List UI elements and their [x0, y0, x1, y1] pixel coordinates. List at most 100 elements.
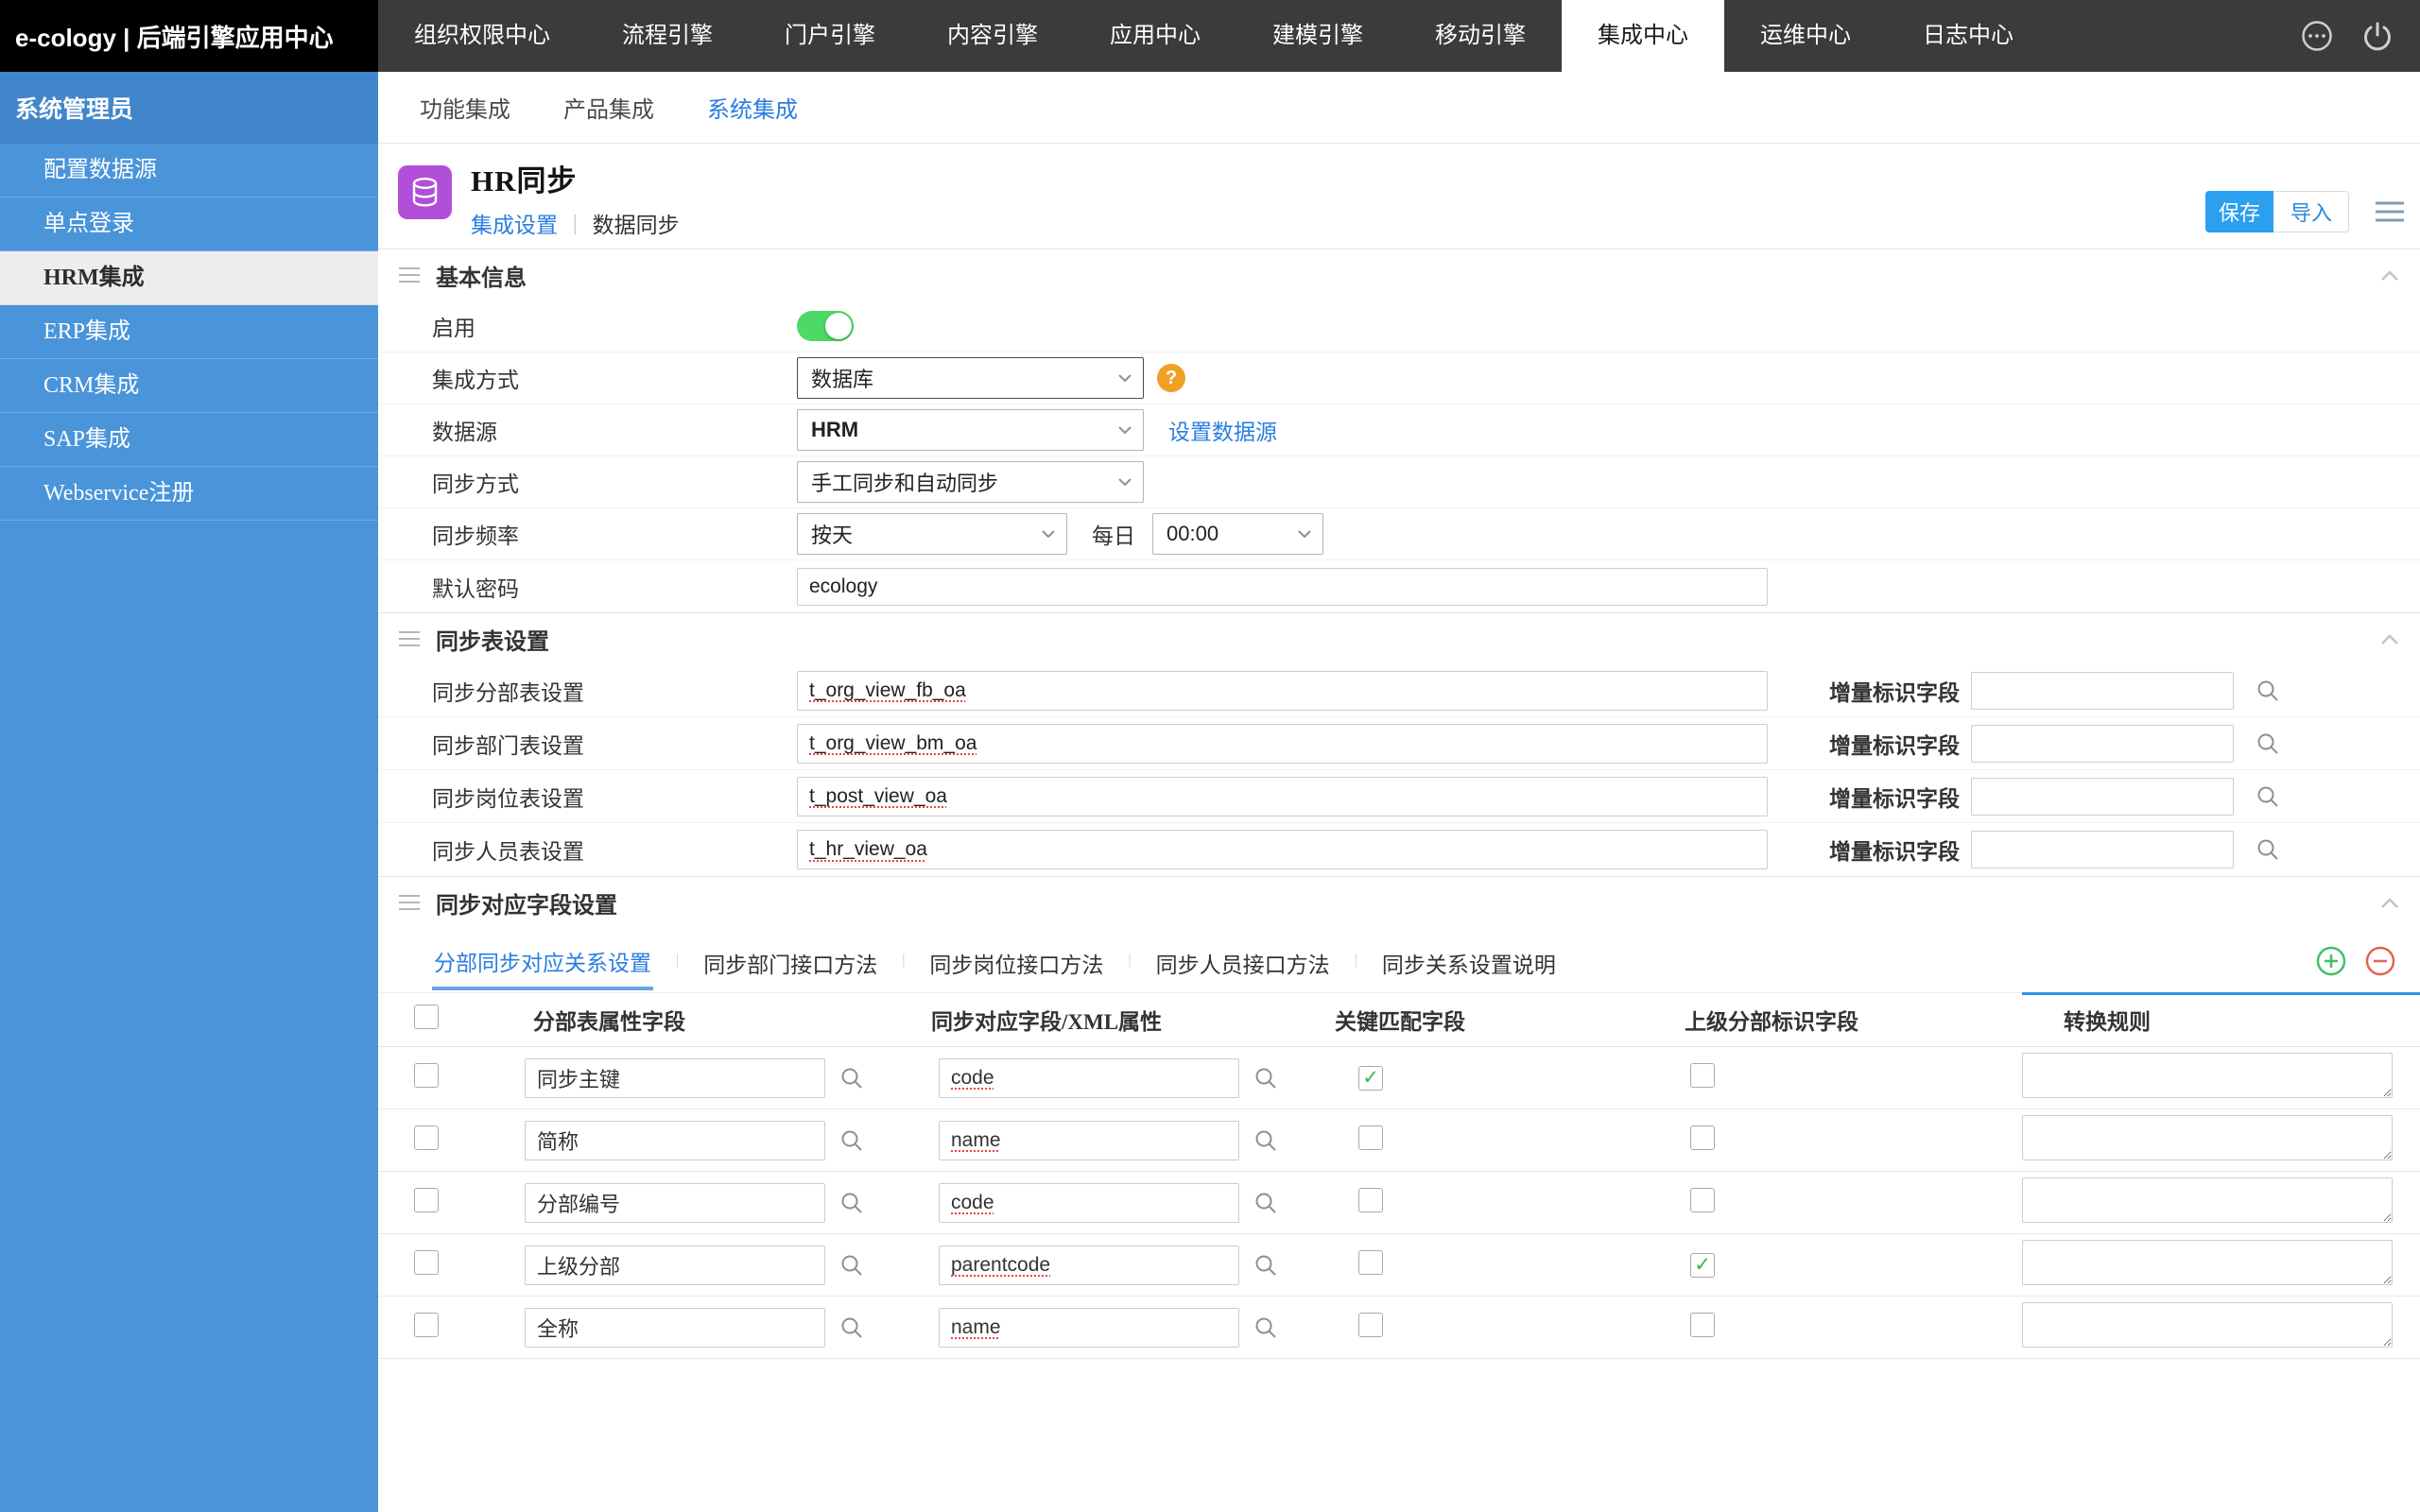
search-icon[interactable] — [1253, 1252, 1279, 1279]
key-match-checkbox[interactable] — [1358, 1066, 1383, 1091]
nav-tab-content-engine[interactable]: 内容引擎 — [911, 0, 1074, 72]
import-button[interactable]: 导入 — [2273, 191, 2349, 232]
sidebar-item-sap-integration[interactable]: SAP集成 — [0, 413, 378, 467]
transform-rule-textarea[interactable] — [2022, 1240, 2393, 1285]
sync-field-input[interactable]: name — [939, 1121, 1239, 1160]
tab-dept-interface[interactable]: 同步部门接口方法 — [701, 932, 879, 988]
parent-flag-checkbox[interactable] — [1690, 1313, 1715, 1337]
increment-field-input[interactable] — [1971, 778, 2234, 816]
search-icon[interactable] — [838, 1127, 865, 1154]
nav-tab-ops-center[interactable]: 运维中心 — [1724, 0, 1887, 72]
transform-rule-textarea[interactable] — [2022, 1302, 2393, 1348]
more-options-icon[interactable] — [2299, 18, 2335, 54]
tab-product-integration[interactable]: 产品集成 — [563, 91, 654, 124]
sidebar-item-hrm-integration[interactable]: HRM集成 — [0, 251, 378, 305]
parent-flag-checkbox[interactable] — [1690, 1188, 1715, 1212]
attr-field-input[interactable]: 上级分部 — [525, 1246, 825, 1285]
attr-field-input[interactable]: 同步主键 — [525, 1058, 825, 1098]
sync-field-input[interactable]: parentcode — [939, 1246, 1239, 1285]
sidebar-item-sso[interactable]: 单点登录 — [0, 198, 378, 251]
nav-tab-integration-center[interactable]: 集成中心 — [1562, 0, 1724, 72]
nav-tab-log-center[interactable]: 日志中心 — [1887, 0, 2049, 72]
parent-flag-checkbox[interactable] — [1690, 1125, 1715, 1150]
row-select-checkbox[interactable] — [414, 1250, 439, 1275]
tab-integration-settings[interactable]: 集成设置 — [471, 207, 558, 239]
dept-table-input[interactable]: t_org_view_bm_oa — [797, 724, 1768, 764]
add-row-icon[interactable] — [2316, 946, 2346, 976]
sync-field-input[interactable]: code — [939, 1058, 1239, 1098]
sync-method-label: 同步方式 — [432, 466, 797, 498]
nav-tab-org-permissions[interactable]: 组织权限中心 — [378, 0, 586, 72]
search-icon[interactable] — [2255, 730, 2281, 757]
remove-row-icon[interactable] — [2365, 946, 2395, 976]
search-icon[interactable] — [1253, 1314, 1279, 1341]
search-icon[interactable] — [2255, 783, 2281, 810]
sidebar-item-datasource-config[interactable]: 配置数据源 — [0, 144, 378, 198]
enable-toggle[interactable] — [797, 311, 854, 341]
search-icon[interactable] — [838, 1065, 865, 1091]
parent-flag-checkbox[interactable] — [1690, 1063, 1715, 1088]
save-button[interactable]: 保存 — [2205, 191, 2273, 232]
key-match-checkbox[interactable] — [1358, 1250, 1383, 1275]
tab-position-interface[interactable]: 同步岗位接口方法 — [927, 932, 1105, 988]
sync-time-select[interactable]: 00:00 — [1152, 513, 1323, 555]
row-select-checkbox[interactable] — [414, 1313, 439, 1337]
nav-tab-portal-engine[interactable]: 门户引擎 — [749, 0, 911, 72]
search-icon[interactable] — [838, 1314, 865, 1341]
row-select-checkbox[interactable] — [414, 1063, 439, 1088]
nav-tab-modeling-engine[interactable]: 建模引擎 — [1236, 0, 1399, 72]
collapse-section-icon[interactable] — [2378, 267, 2401, 284]
tab-branch-mapping[interactable]: 分部同步对应关系设置 — [432, 930, 653, 990]
attr-field-input[interactable]: 分部编号 — [525, 1183, 825, 1223]
parent-flag-checkbox[interactable] — [1690, 1253, 1715, 1278]
attr-field-input[interactable]: 简称 — [525, 1121, 825, 1160]
search-icon[interactable] — [2255, 836, 2281, 863]
list-view-icon[interactable] — [2374, 198, 2406, 225]
search-icon[interactable] — [2255, 678, 2281, 704]
transform-rule-textarea[interactable] — [2022, 1115, 2393, 1160]
tab-personnel-interface[interactable]: 同步人员接口方法 — [1154, 932, 1332, 988]
search-icon[interactable] — [838, 1190, 865, 1216]
collapse-section-icon[interactable] — [2378, 895, 2401, 912]
nav-tab-app-center[interactable]: 应用中心 — [1074, 0, 1236, 72]
key-match-checkbox[interactable] — [1358, 1125, 1383, 1150]
row-select-checkbox[interactable] — [414, 1125, 439, 1150]
key-match-checkbox[interactable] — [1358, 1188, 1383, 1212]
sync-method-select[interactable]: 手工同步和自动同步 — [797, 461, 1144, 503]
sidebar-item-erp-integration[interactable]: ERP集成 — [0, 305, 378, 359]
sync-field-input[interactable]: code — [939, 1183, 1239, 1223]
transform-rule-textarea[interactable] — [2022, 1053, 2393, 1098]
tab-system-integration[interactable]: 系统集成 — [707, 91, 798, 124]
datasource-select[interactable]: HRM — [797, 409, 1144, 451]
sync-field-input[interactable]: name — [939, 1308, 1239, 1348]
row-select-checkbox[interactable] — [414, 1188, 439, 1212]
select-all-checkbox[interactable] — [414, 1005, 439, 1029]
collapse-section-icon[interactable] — [2378, 631, 2401, 648]
attr-field-input[interactable]: 全称 — [525, 1308, 825, 1348]
tab-function-integration[interactable]: 功能集成 — [420, 91, 510, 124]
increment-field-input[interactable] — [1971, 725, 2234, 763]
tab-data-sync[interactable]: 数据同步 — [593, 207, 680, 239]
transform-rule-textarea[interactable] — [2022, 1177, 2393, 1223]
position-table-input[interactable]: t_post_view_oa — [797, 777, 1768, 816]
default-password-input[interactable] — [797, 568, 1768, 606]
increment-field-input[interactable] — [1971, 831, 2234, 868]
personnel-table-input[interactable]: t_hr_view_oa — [797, 830, 1768, 869]
sidebar-item-crm-integration[interactable]: CRM集成 — [0, 359, 378, 413]
power-icon[interactable] — [2360, 18, 2395, 54]
branch-table-input[interactable]: t_org_view_fb_oa — [797, 671, 1768, 711]
search-icon[interactable] — [1253, 1065, 1279, 1091]
search-icon[interactable] — [838, 1252, 865, 1279]
sync-frequency-select[interactable]: 按天 — [797, 513, 1067, 555]
tab-relation-help[interactable]: 同步关系设置说明 — [1380, 932, 1558, 988]
datasource-config-link[interactable]: 设置数据源 — [1168, 414, 1277, 446]
integration-method-select[interactable]: 数据库 — [797, 357, 1144, 399]
increment-field-input[interactable] — [1971, 672, 2234, 710]
sidebar-item-webservice-register[interactable]: Webservice注册 — [0, 467, 378, 521]
help-icon[interactable] — [1157, 364, 1185, 392]
key-match-checkbox[interactable] — [1358, 1313, 1383, 1337]
nav-tab-workflow-engine[interactable]: 流程引擎 — [586, 0, 749, 72]
search-icon[interactable] — [1253, 1127, 1279, 1154]
nav-tab-mobile-engine[interactable]: 移动引擎 — [1399, 0, 1562, 72]
search-icon[interactable] — [1253, 1190, 1279, 1216]
